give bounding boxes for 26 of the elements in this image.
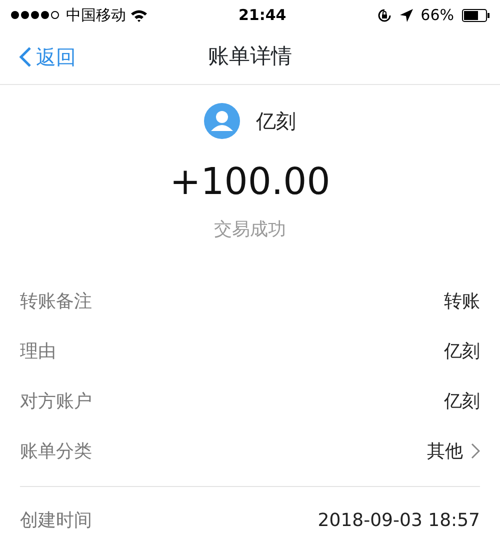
status-time: 21:44 <box>238 4 286 26</box>
back-button[interactable]: 返回 <box>0 42 76 72</box>
wifi-icon <box>130 8 148 22</box>
detail-label: 创建时间 <box>20 508 92 532</box>
detail-value: 其他 <box>427 440 463 464</box>
payee-name: 亿刻 <box>256 108 296 135</box>
transaction-status: 交易成功 <box>214 218 286 242</box>
location-icon <box>400 8 413 22</box>
rotation-lock-icon <box>376 8 392 22</box>
signal-icon <box>10 10 62 20</box>
detail-label: 转账备注 <box>20 290 92 314</box>
battery-percent: 66% <box>420 4 454 26</box>
back-chevron-icon[interactable] <box>18 46 32 68</box>
detail-value: 转账 <box>444 290 480 314</box>
carrier-name: 中国移动 <box>66 4 126 26</box>
avatar-icon <box>204 103 240 139</box>
amount: +100.00 <box>170 163 330 200</box>
battery-icon <box>462 8 490 22</box>
detail-label: 对方账户 <box>20 390 92 414</box>
page-title: 账单详情 <box>208 43 292 70</box>
detail-label: 账单分类 <box>20 440 92 464</box>
detail-value: 亿刻 <box>444 340 480 364</box>
chevron-right-icon[interactable] <box>471 443 480 459</box>
detail-value: 2018-09-03 18:57 <box>318 508 480 532</box>
detail-label: 理由 <box>20 340 56 364</box>
detail-value: 亿刻 <box>444 390 480 414</box>
